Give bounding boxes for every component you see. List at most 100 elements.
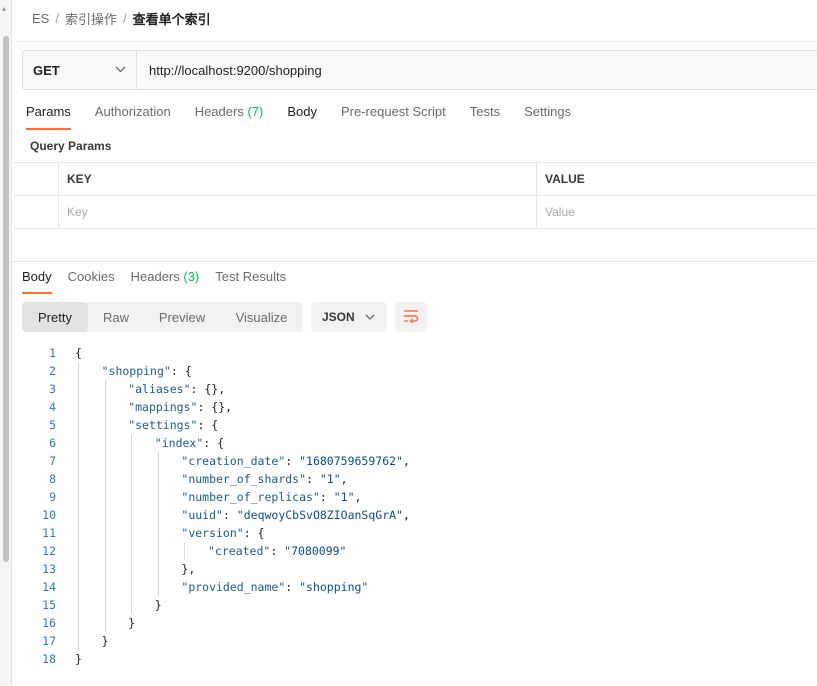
wrap-lines-button[interactable]: [395, 302, 427, 332]
indent-guide: [157, 452, 159, 470]
json-punctuation: :: [270, 544, 285, 558]
indent-guide: [104, 614, 106, 632]
indent-guide: [78, 614, 79, 632]
indent-guide: [157, 524, 159, 542]
code-line: 4 "mappings": {},: [22, 398, 817, 416]
code-text: "number_of_replicas": "1",: [181, 490, 361, 504]
key-input[interactable]: Key: [59, 196, 537, 228]
code-text: "created": "7080099": [208, 544, 346, 558]
code-line: 17}: [22, 632, 817, 650]
url-input[interactable]: http://localhost:9200/shopping: [137, 63, 322, 78]
code-line: 11 "version": {: [22, 524, 817, 542]
pretty-button[interactable]: Pretty: [22, 302, 88, 332]
query-params-title: Query Params: [30, 139, 112, 153]
breadcrumb-current-request[interactable]: 查看单个索引: [133, 9, 211, 28]
tab-test-results[interactable]: Test Results: [215, 269, 286, 294]
json-key: "uuid": [181, 508, 223, 522]
method-select[interactable]: GET: [23, 51, 137, 89]
tab-body[interactable]: Body: [287, 104, 317, 130]
tab-params[interactable]: Params: [26, 104, 71, 130]
code-line: 16}: [22, 614, 817, 632]
code-text: "settings": {: [128, 418, 218, 432]
json-key: "created": [208, 544, 271, 558]
code-text: }: [75, 652, 82, 666]
indent-guide: [78, 488, 79, 506]
line-number: 13: [42, 562, 56, 576]
code-line: 9 "number_of_replicas": "1",: [22, 488, 817, 506]
value-input[interactable]: Value: [537, 196, 817, 228]
indent-guide: [78, 362, 79, 380]
json-string: "1": [319, 472, 341, 486]
chevron-down-icon: [365, 312, 375, 323]
json-key: "number_of_replicas": [181, 490, 320, 504]
preview-button[interactable]: Preview: [144, 302, 220, 332]
request-tabs: Params Authorization Headers (7) Body Pr…: [26, 104, 595, 130]
indent-guide: [104, 596, 106, 614]
json-string: "1680759659762": [299, 454, 403, 468]
raw-button[interactable]: Raw: [88, 302, 144, 332]
code-text: }: [155, 598, 162, 612]
breadcrumb: ES / 索引操作 / 查看单个索引: [32, 9, 211, 27]
indent-guide: [78, 416, 79, 434]
breadcrumb-separator: /: [122, 10, 127, 26]
tab-response-body[interactable]: Body: [22, 269, 52, 294]
breadcrumb-item-folder[interactable]: 索引操作: [65, 9, 117, 28]
tab-response-headers[interactable]: Headers (3): [131, 269, 200, 294]
json-key: "creation_date": [181, 454, 286, 468]
json-punctuation: : {: [197, 418, 219, 432]
json-punctuation: }: [154, 598, 162, 612]
json-string: "7080099": [284, 544, 347, 558]
scrollbar-thumb[interactable]: [3, 36, 9, 562]
indent-guide: [131, 434, 133, 452]
tab-response-headers-label: Headers: [130, 269, 180, 284]
left-scrollbar[interactable]: ▴: [0, 0, 12, 686]
tab-authorization[interactable]: Authorization: [95, 104, 171, 130]
json-string: "deqwoyCbSvO8ZIOanSqGrA": [236, 508, 403, 522]
json-punctuation: :: [285, 580, 300, 594]
table-header-row: KEY VALUE: [13, 163, 817, 196]
indent-guide: [78, 506, 79, 524]
tab-tests[interactable]: Tests: [470, 104, 500, 130]
line-number: 16: [42, 616, 56, 630]
code-text: "number_of_shards": "1",: [181, 472, 347, 486]
tab-headers[interactable]: Headers (7): [195, 104, 264, 130]
code-text: },: [181, 562, 195, 576]
column-header-value: VALUE: [545, 172, 585, 186]
indent-guide: [131, 578, 133, 596]
response-divider[interactable]: [12, 261, 817, 262]
visualize-button[interactable]: Visualize: [220, 302, 303, 332]
method-value: GET: [33, 62, 60, 78]
tab-prerequest-script[interactable]: Pre-request Script: [341, 104, 446, 130]
json-punctuation: : {: [203, 436, 225, 450]
row-checkbox[interactable]: [13, 196, 59, 228]
scroll-up-arrow-icon[interactable]: ▴: [2, 4, 6, 13]
breadcrumb-item-es[interactable]: ES: [32, 11, 49, 26]
json-key: "version": [181, 526, 244, 540]
response-body-editor[interactable]: 1{2 "shopping": {3 "aliases": {}, 4 "mapping…: [22, 344, 817, 668]
json-key: "settings": [128, 418, 198, 432]
indent-guide: [104, 506, 106, 524]
json-punctuation: ,: [340, 472, 348, 486]
format-select[interactable]: JSON: [311, 302, 387, 332]
indent-guide: [131, 452, 133, 470]
json-punctuation: }: [75, 652, 82, 666]
json-punctuation: {: [75, 346, 82, 360]
indent-guide: [131, 506, 133, 524]
tab-settings[interactable]: Settings: [524, 104, 571, 130]
indent-guide: [78, 434, 79, 452]
tab-cookies[interactable]: Cookies: [68, 269, 115, 294]
line-number: 15: [42, 598, 56, 612]
code-text: "mappings": {},: [128, 400, 232, 414]
json-key: "provided_name": [181, 580, 286, 594]
chevron-down-icon: [115, 64, 126, 76]
response-tabs: Body Cookies Headers (3) Test Results: [22, 269, 302, 294]
json-key: "number_of_shards": [181, 472, 307, 486]
line-number: 14: [42, 580, 56, 594]
code-text: {: [75, 346, 82, 360]
indent-guide: [104, 488, 106, 506]
code-line: 8 "number_of_shards": "1",: [22, 470, 817, 488]
indent-guide: [157, 470, 159, 488]
json-key: "aliases": [128, 382, 191, 396]
code-text: "version": {: [181, 526, 264, 540]
indent-guide: [104, 416, 106, 434]
